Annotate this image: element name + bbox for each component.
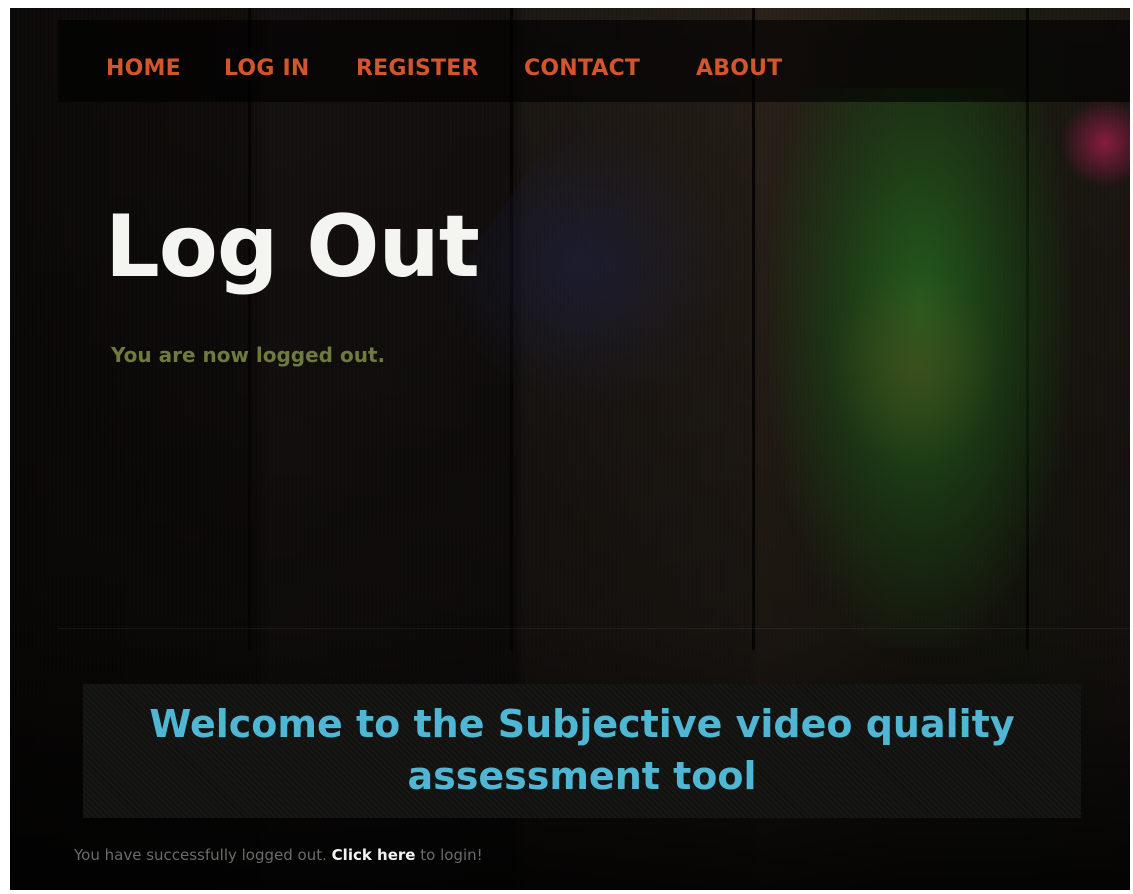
nav-home[interactable]: HOME [106, 56, 181, 81]
nav-about[interactable]: ABOUT [696, 56, 782, 81]
logout-message-prefix: You have successfully logged out. [74, 846, 327, 864]
welcome-heading: Welcome to the Subjective video quality … [149, 702, 1015, 798]
nav-register[interactable]: REGISTER [356, 56, 479, 81]
page-title: Log Out [105, 197, 480, 297]
top-nav: HOME LOG IN REGISTER CONTACT ABOUT [58, 20, 1130, 102]
paint-olive-stain [830, 268, 1000, 468]
paint-pink-stain [1060, 98, 1130, 188]
plank-seam [752, 8, 755, 650]
logout-message: You have successfully logged out. Click … [74, 846, 483, 864]
welcome-banner: Welcome to the Subjective video quality … [83, 684, 1081, 818]
page-frame: HOME LOG IN REGISTER CONTACT ABOUT Log O… [10, 8, 1130, 890]
plank-seam [248, 8, 251, 650]
login-link[interactable]: Click here [332, 846, 416, 864]
nav-log-in[interactable]: LOG IN [224, 56, 309, 81]
page-subtitle: You are now logged out. [111, 343, 386, 367]
logout-message-suffix: to login! [420, 846, 483, 864]
section-divider [58, 628, 1130, 629]
nav-contact[interactable]: CONTACT [524, 56, 640, 81]
